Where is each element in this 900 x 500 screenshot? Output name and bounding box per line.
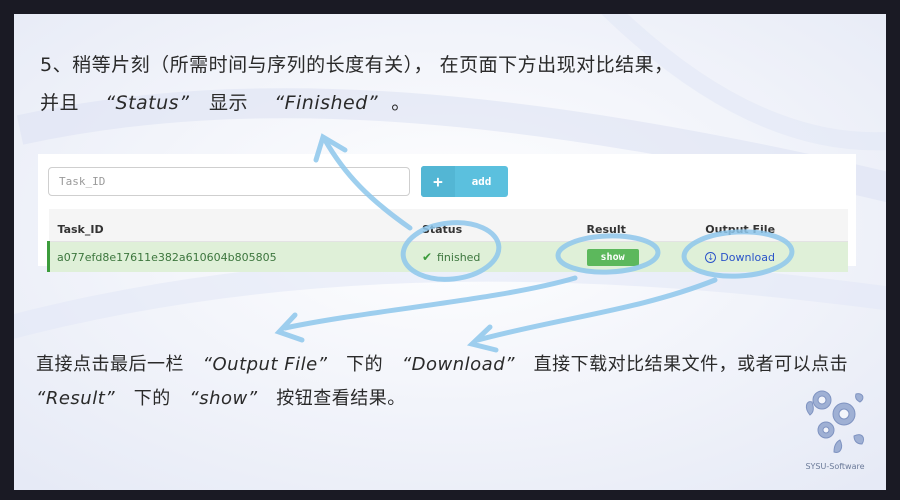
task-id-cell: a077efd8e17611e382a610604b805805: [46, 241, 413, 272]
download-link-label: Download: [720, 251, 775, 265]
check-icon: ✔: [421, 250, 432, 264]
download-link[interactable]: ↓ Download: [705, 251, 775, 264]
download-quote: “Download”: [401, 354, 515, 375]
task-table: Task_ID Status Result Output File a077ef…: [46, 209, 848, 272]
column-header-task-id: Task_ID: [48, 209, 413, 242]
output-file-quote: “Output File”: [202, 354, 328, 375]
download-circle-icon: ↓: [705, 252, 717, 264]
table-header-row: Task_ID Status Result Output File: [48, 209, 848, 242]
logo-text: SYSU-Software: [805, 462, 865, 471]
column-header-status: Status: [412, 209, 578, 242]
frame-top: [0, 0, 900, 14]
instruction-download-line-2: “Result” 下的 “show” 按钮查看结果。: [36, 388, 406, 409]
status-quote: “Status”: [105, 92, 190, 114]
instruction-line-2: 并且 “Status” 显示 “Finished” 。: [40, 92, 411, 114]
table-row: a077efd8e17611e382a610604b805805 ✔ finis…: [46, 241, 848, 272]
frame-right: [886, 0, 900, 500]
status-cell: ✔ finished: [412, 241, 578, 272]
sysu-software-logo: SYSU-Software: [800, 380, 870, 471]
gear-leaf-icon: [805, 390, 865, 453]
add-button-label: add: [471, 175, 492, 188]
instruction-step-5: 5、稍等片刻（所需时间与序列的长度有关）， 在页面下方出现对比结果， 并且 “S…: [40, 46, 674, 122]
column-header-output-file: Output File: [696, 209, 848, 242]
output-file-cell: ↓ Download: [696, 241, 848, 272]
instruction-line-1: 5、稍等片刻（所需时间与序列的长度有关）， 在页面下方出现对比结果，: [40, 54, 674, 76]
plus-icon: +: [421, 166, 455, 197]
show-quote: “show”: [189, 388, 258, 409]
task-panel: + add Task_ID Status Result Output File …: [38, 154, 856, 272]
frame-bottom: [0, 490, 900, 500]
task-id-input[interactable]: [48, 167, 410, 196]
finished-quote: “Finished”: [274, 92, 379, 114]
result-quote: “Result”: [36, 388, 116, 409]
column-header-result: Result: [577, 209, 697, 242]
instruction-download-line-1: 直接点击最后一栏 “Output File” 下的 “Download” 直接下…: [36, 354, 849, 375]
show-button[interactable]: show: [586, 248, 639, 266]
instruction-download: 直接点击最后一栏 “Output File” 下的 “Download” 直接下…: [36, 348, 848, 416]
status-text: finished: [437, 250, 481, 264]
result-cell: show: [577, 241, 697, 272]
add-button[interactable]: + add: [421, 166, 508, 197]
frame-left: [0, 0, 14, 500]
